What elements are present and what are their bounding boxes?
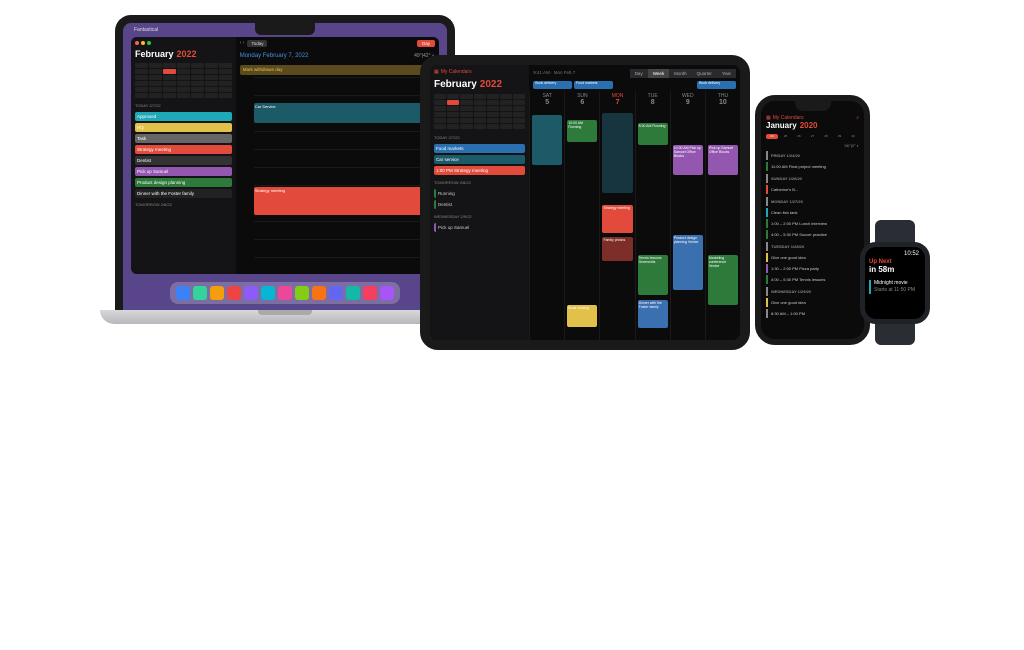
mac-main-day-view: ‹ › Today Day Monday February 7, 2022 49… [236, 37, 439, 274]
macbook-base [100, 310, 470, 324]
view-tab-year[interactable]: Year [717, 69, 736, 78]
ipad-wednesday-heading: WEDNESDAY 2/9/22 [434, 214, 525, 219]
mac-toolbar: ‹ › Today Day [236, 37, 439, 49]
all-day-event: Mark withdraws day [240, 65, 435, 75]
fantastical-watch-app: 10:52 Up Next in 58m Midnight movie Star… [869, 251, 921, 315]
iphone-event-list: FRIDAY 1/24/2011:00 AM Final project mee… [766, 148, 859, 334]
menubar-app-name: Fantastical [134, 27, 158, 33]
mac-tomorrow-heading: TOMORROW 2/8/22 [135, 202, 232, 207]
mac-mini-calendar [135, 63, 232, 98]
macbook-notch [255, 23, 315, 35]
watch-time: 10:52 [904, 251, 919, 257]
ipad-event-list: Food marketsCar service1:00 PM Strategy … [434, 142, 525, 175]
mac-event-list: ApprovedHQTaskStrategy meetingDentistPic… [135, 110, 232, 198]
today-button[interactable]: Today [247, 40, 267, 47]
ipad-week-view: 9:41 AM · Mon Feb 7 DayWeekMonthQuarterY… [529, 65, 740, 340]
ipad-mini-calendar [434, 94, 525, 129]
view-tab-quarter[interactable]: Quarter [692, 69, 717, 78]
mac-month-title: February 2022 [135, 49, 232, 59]
view-tab-week[interactable]: Week [648, 69, 669, 78]
ipad-device: ▦ My Calendars February 2022 TODAY 2/7/2… [420, 55, 750, 350]
watch-face: 10:52 Up Next in 58m Midnight movie Star… [860, 242, 930, 324]
watch-countdown: in 58m [869, 265, 921, 274]
ipad-today-heading: TODAY 2/7/22 [434, 135, 525, 140]
iphone-notch [795, 101, 831, 111]
fantastical-ipad-window: ▦ My Calendars February 2022 TODAY 2/7/2… [430, 65, 740, 340]
ipad-month-title: February 2022 [434, 79, 525, 90]
mac-day-header: Monday February 7, 2022 49°|42° ◐ [236, 49, 439, 63]
window-traffic-lights [135, 41, 232, 45]
iphone-mini-calendar: 24252627282930 [766, 134, 859, 139]
mac-sidebar: February 2022 TODAY 2/7/22 ApprovedHQTas… [131, 37, 236, 274]
ipad-week-grid: SAT5SUN6MON7TUE8WED9THU1010:00 AM Runnin… [529, 91, 740, 340]
apple-watch-device: 10:52 Up Next in 58m Midnight movie Star… [855, 220, 935, 345]
ipad-view-tabs[interactable]: DayWeekMonthQuarterYear [630, 69, 736, 78]
ipad-tomorrow-heading: TOMORROW 2/8/22 [434, 180, 525, 185]
view-tab-day[interactable]: Day [630, 69, 648, 78]
calendar-icon: ▦ [434, 69, 439, 75]
macos-dock [170, 282, 400, 304]
macbook-screen: Fantastical February 2022 TODAY 2/7/22 [115, 15, 455, 310]
ipad-calendars-header: ▦ My Calendars [434, 69, 525, 75]
view-day-button[interactable]: Day [417, 40, 435, 47]
ipad-wed-list: Pick up Samuel [434, 221, 525, 232]
mac-today-heading: TODAY 2/7/22 [135, 103, 232, 108]
view-tab-month[interactable]: Month [669, 69, 692, 78]
macbook-device: Fantastical February 2022 TODAY 2/7/22 [100, 15, 470, 324]
ipad-topbar: 9:41 AM · Mon Feb 7 DayWeekMonthQuarterY… [529, 65, 740, 79]
fantastical-iphone-app: ▦My Calendars ⌕ January 2020 24252627282… [761, 101, 864, 339]
hero-device-cluster: Fantastical February 2022 TODAY 2/7/22 [0, 0, 1024, 370]
watch-event: Midnight movie Starts at 11:50 PM [869, 280, 921, 294]
ipad-tomorrow-list: RunningDentist [434, 187, 525, 209]
ipad-sidebar: ▦ My Calendars February 2022 TODAY 2/7/2… [430, 65, 529, 340]
iphone-month-title: January 2020 [766, 121, 859, 130]
ipad-allday-row: Book deliveryFood marketsBook delivery [529, 79, 740, 91]
mac-timeline: Car ServiceStrategy meeting [240, 77, 435, 274]
iphone-device: ▦My Calendars ⌕ January 2020 24252627282… [755, 95, 870, 345]
fantastical-mac-window: February 2022 TODAY 2/7/22 ApprovedHQTas… [131, 37, 439, 274]
